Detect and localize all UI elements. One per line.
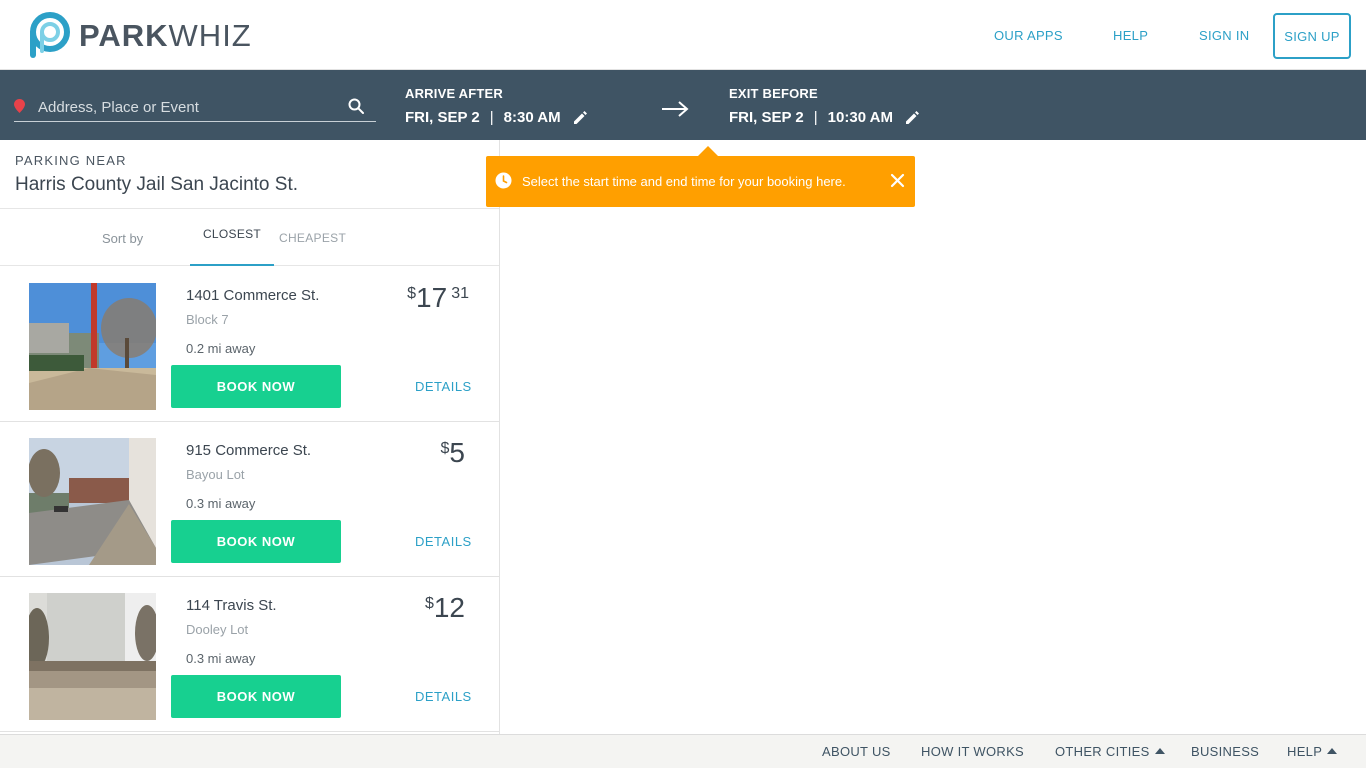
exit-before-value: FRI, SEP 2 | 10:30 AM xyxy=(729,109,920,126)
listing-address: 915 Commerce St. xyxy=(186,442,312,459)
parkwhiz-logo[interactable]: PARKWHIZ xyxy=(23,11,252,59)
book-now-button[interactable]: BOOK NOW xyxy=(171,520,341,563)
search-icon[interactable] xyxy=(348,98,364,114)
nav-our-apps[interactable]: OUR APPS xyxy=(994,28,1063,43)
footer-about-us[interactable]: ABOUT US xyxy=(822,744,891,759)
price-currency: $ xyxy=(424,595,434,612)
price-currency: $ xyxy=(407,285,417,302)
street-photo-image xyxy=(29,438,156,565)
logo-word-whiz: WHIZ xyxy=(168,17,252,53)
exit-before-label: EXIT BEFORE xyxy=(729,86,818,101)
pencil-icon[interactable] xyxy=(905,110,920,125)
listing-price: $ 17 31 xyxy=(407,283,469,313)
listing-address: 114 Travis St. xyxy=(186,597,277,614)
nav-sign-in[interactable]: SIGN IN xyxy=(1199,28,1250,43)
details-link[interactable]: DETAILS xyxy=(415,534,472,549)
search-bar: ARRIVE AFTER FRI, SEP 2 | 8:30 AM EXIT B… xyxy=(0,70,1366,140)
price-dollars: 17 xyxy=(416,282,448,313)
sort-by-label: Sort by xyxy=(102,231,144,246)
location-pin-icon xyxy=(14,99,25,113)
close-icon[interactable] xyxy=(890,173,905,188)
listing-address: 1401 Commerce St. xyxy=(186,287,320,304)
exit-time: 10:30 AM xyxy=(827,109,893,126)
street-photo-image xyxy=(29,283,156,410)
pencil-icon[interactable] xyxy=(573,110,588,125)
price-dollars: 12 xyxy=(433,592,465,623)
tooltip-text: Select the start time and end time for y… xyxy=(522,174,846,189)
footer: ABOUT US HOW IT WORKS OTHER CITIES BUSIN… xyxy=(0,734,1366,768)
listing-distance: 0.2 mi away xyxy=(186,341,256,356)
price-cents: 31 xyxy=(451,285,469,302)
arrive-after-value: FRI, SEP 2 | 8:30 AM xyxy=(405,109,588,126)
listing-lot-name: Bayou Lot xyxy=(186,467,245,482)
exit-date: FRI, SEP 2 xyxy=(729,109,804,126)
nav-help[interactable]: HELP xyxy=(1113,28,1148,43)
footer-other-cities[interactable]: OTHER CITIES xyxy=(1055,744,1165,759)
street-photo-image xyxy=(29,593,156,720)
results-panel: PARKING NEAR Harris County Jail San Jaci… xyxy=(0,140,500,734)
details-link[interactable]: DETAILS xyxy=(415,379,472,394)
top-header: PARKWHIZ OUR APPS HELP SIGN IN SIGN UP xyxy=(0,0,1366,70)
listing-item[interactable]: 915 Commerce St. Bayou Lot 0.3 mi away $… xyxy=(0,422,499,577)
exit-before-picker[interactable]: EXIT BEFORE FRI, SEP 2 | 10:30 AM xyxy=(729,86,920,126)
listing-price: $ 5 xyxy=(441,438,469,468)
arrive-after-picker[interactable]: ARRIVE AFTER FRI, SEP 2 | 8:30 AM xyxy=(405,86,588,126)
footer-how-it-works[interactable]: HOW IT WORKS xyxy=(921,744,1024,759)
listing-photo[interactable] xyxy=(29,283,156,410)
listing-photo[interactable] xyxy=(29,593,156,720)
destination-name: Harris County Jail San Jacinto St. xyxy=(15,174,299,195)
footer-business[interactable]: BUSINESS xyxy=(1191,744,1259,759)
parking-near-label: PARKING NEAR xyxy=(15,153,127,168)
arrow-right-icon xyxy=(662,101,689,117)
book-now-button[interactable]: BOOK NOW xyxy=(171,675,341,718)
tab-cheapest[interactable]: CHEAPEST xyxy=(279,231,346,245)
caret-up-icon xyxy=(1327,748,1338,754)
listing-distance: 0.3 mi away xyxy=(186,651,256,666)
footer-help[interactable]: HELP xyxy=(1287,744,1338,759)
listing-lot-name: Dooley Lot xyxy=(186,622,249,637)
sort-bar: Sort by CLOSEST CHEAPEST xyxy=(0,208,499,266)
logo-wordmark: PARKWHIZ xyxy=(79,20,252,51)
arrive-separator: | xyxy=(489,109,494,126)
listing-price: $ 12 xyxy=(425,593,469,623)
price-currency: $ xyxy=(440,440,450,457)
price-dollars: 5 xyxy=(449,437,465,468)
listing-distance: 0.3 mi away xyxy=(186,496,256,511)
listing-item[interactable]: 114 Travis St. Dooley Lot 0.3 mi away $ … xyxy=(0,577,499,732)
footer-other-cities-label: OTHER CITIES xyxy=(1055,744,1150,759)
arrive-after-label: ARRIVE AFTER xyxy=(405,86,503,101)
arrive-date: FRI, SEP 2 xyxy=(405,109,480,126)
parkwhiz-logo-icon xyxy=(30,12,70,58)
footer-help-label: HELP xyxy=(1287,744,1323,759)
tab-closest[interactable]: CLOSEST xyxy=(190,209,274,266)
booking-time-tooltip: Select the start time and end time for y… xyxy=(486,146,915,207)
arrive-time: 8:30 AM xyxy=(503,109,561,126)
caret-up-icon xyxy=(1154,748,1165,754)
logo-word-park: PARK xyxy=(79,17,169,53)
listing-item[interactable]: 1401 Commerce St. Block 7 0.2 mi away $ … xyxy=(0,267,499,422)
location-search-input[interactable] xyxy=(38,96,338,118)
location-field xyxy=(14,96,376,122)
book-now-button[interactable]: BOOK NOW xyxy=(171,365,341,408)
clock-icon xyxy=(495,172,512,189)
listing-lot-name: Block 7 xyxy=(186,312,229,327)
listing-photo[interactable] xyxy=(29,438,156,565)
exit-separator: | xyxy=(813,109,818,126)
sign-up-button[interactable]: SIGN UP xyxy=(1273,13,1351,59)
details-link[interactable]: DETAILS xyxy=(415,689,472,704)
map-area[interactable] xyxy=(500,140,1366,734)
